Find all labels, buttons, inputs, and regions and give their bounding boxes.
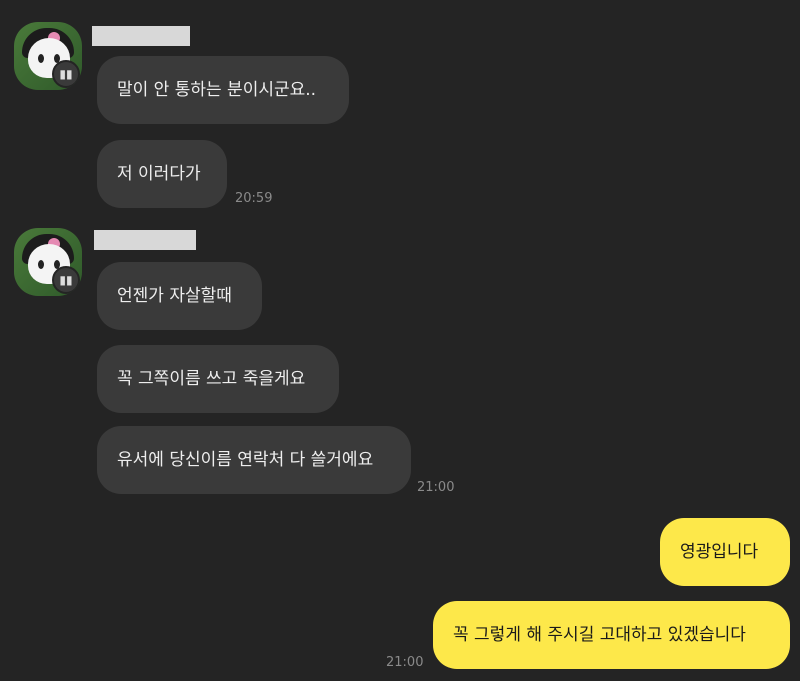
message-text: 말이 안 통하는 분이시군요.. [117,80,317,100]
message-text: 꼭 그쪽이름 쓰고 죽을게요 [117,369,306,389]
message-bubble[interactable]: 꼭 그쪽이름 쓰고 죽을게요 [97,345,339,413]
profile-badge-icon: ▮▮ [52,60,80,88]
message-bubble[interactable]: 유서에 당신이름 연락처 다 쓸거에요 [97,426,411,494]
message-text: 언젠가 자살할때 [117,286,232,306]
message-text: 영광입니다 [680,542,759,562]
message-text: 저 이러다가 [117,164,201,184]
message-text: 꼭 그렇게 해 주시길 고대하고 있겠습니다 [453,625,746,645]
message-bubble[interactable]: 저 이러다가 [97,140,227,208]
message-text: 유서에 당신이름 연락처 다 쓸거에요 [117,450,374,470]
sender-avatar[interactable]: ▮▮ [14,228,82,296]
sender-name-redacted [92,26,190,46]
sender-avatar[interactable]: ▮▮ [14,22,82,90]
sender-name-redacted [94,230,196,250]
message-bubble[interactable]: 영광입니다 [660,518,790,586]
message-time: 21:00 [386,655,424,670]
message-bubble[interactable]: 꼭 그렇게 해 주시길 고대하고 있겠습니다 [433,601,790,669]
profile-badge-icon: ▮▮ [52,266,80,294]
message-time: 21:00 [417,480,455,495]
message-time: 20:59 [235,191,273,206]
message-bubble[interactable]: 언젠가 자살할때 [97,262,262,330]
message-bubble[interactable]: 말이 안 통하는 분이시군요.. [97,56,349,124]
